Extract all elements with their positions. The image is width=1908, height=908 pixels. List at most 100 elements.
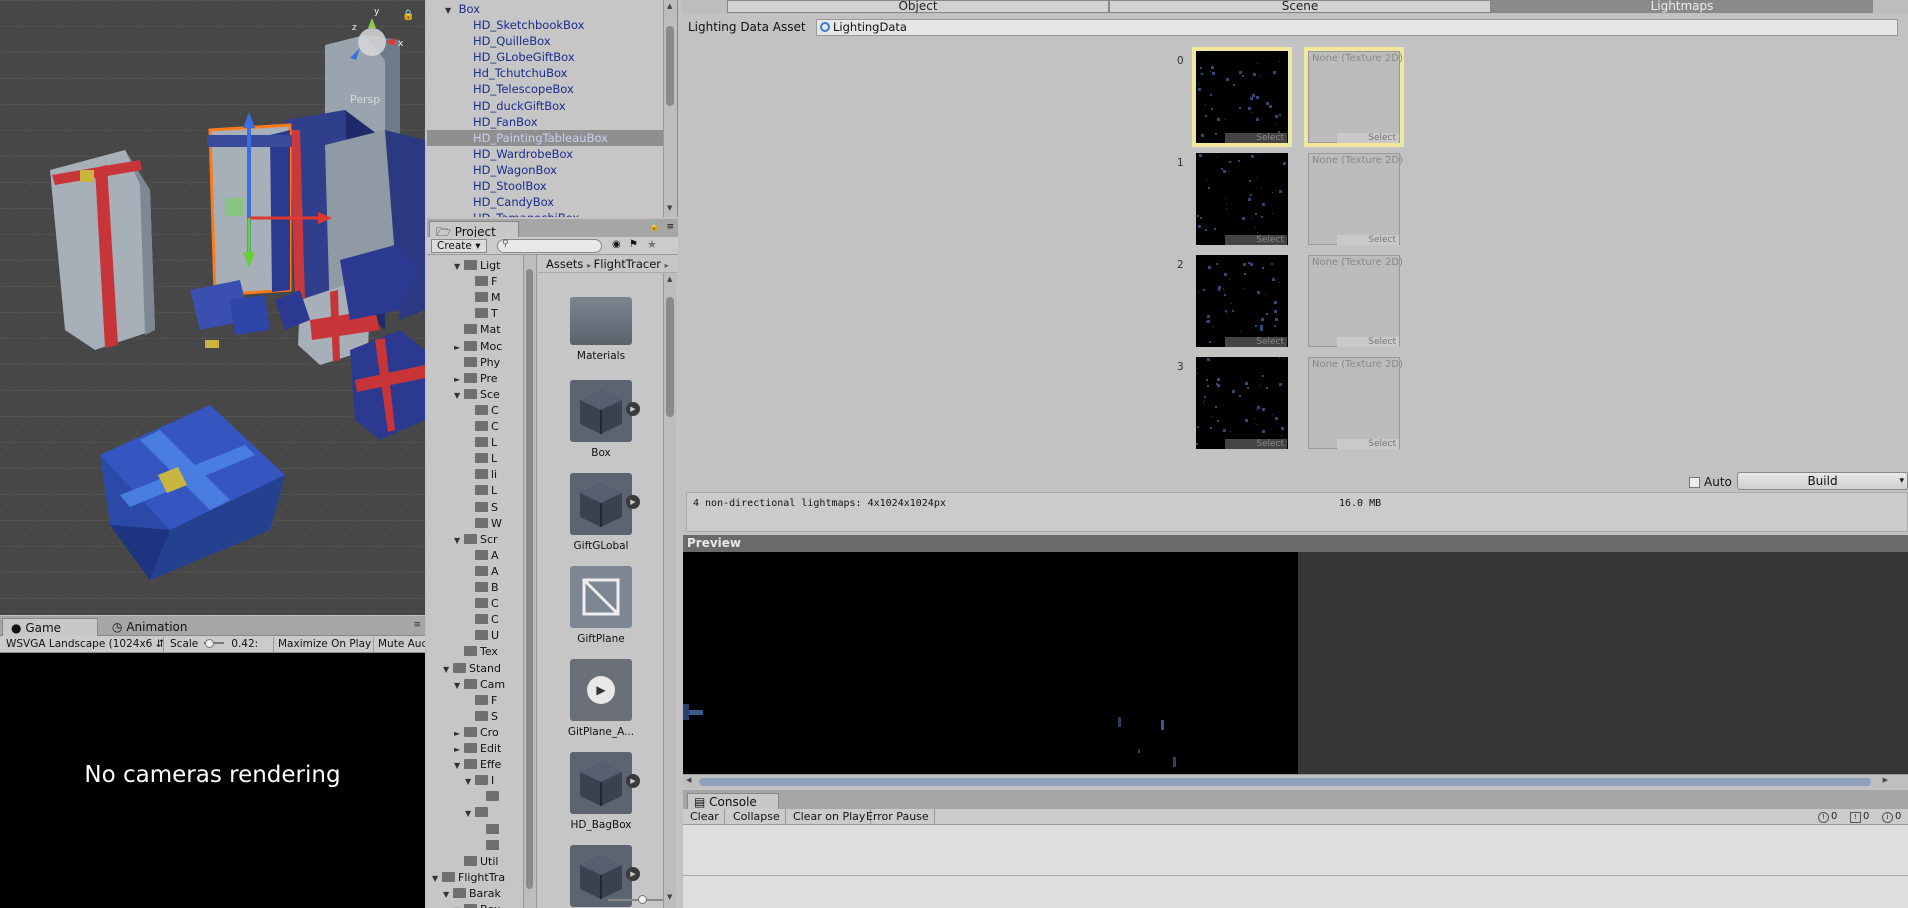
lock-icon[interactable]: 🔒 [402, 10, 414, 21]
folder-tree-item[interactable]: ▼ Sce [454, 387, 500, 403]
asset-item[interactable]: ▶ Box [556, 380, 646, 459]
hierarchy-item[interactable]: HD_TamagochiBox [427, 210, 663, 217]
console-error-pause-button[interactable]: Error Pause [861, 809, 935, 825]
asset-item[interactable]: ▶ GiftGLobal [556, 473, 646, 552]
console-clear-button[interactable]: Clear [685, 809, 725, 825]
folder-tree-item[interactable]: ▼ FlightTra [432, 870, 505, 886]
lightmap-directional-slot[interactable]: None (Texture 2D) Select [1304, 251, 1404, 351]
folder-tree-item[interactable]: A [465, 548, 499, 564]
tab-game[interactable]: ● Game [2, 618, 98, 636]
scroll-down-icon[interactable]: ▼ [667, 204, 672, 212]
folder-tree-item[interactable]: M [465, 290, 501, 306]
folder-tree-item[interactable]: F [465, 274, 497, 290]
expand-asset-icon[interactable]: ▶ [626, 774, 640, 788]
hierarchy-item[interactable]: HD_CandyBox [427, 194, 663, 210]
mute-audio-toggle[interactable]: Mute Aud [374, 637, 425, 652]
hierarchy-parent-item[interactable]: ▼ Box [427, 1, 663, 17]
expand-arrow-icon[interactable]: ► [454, 372, 464, 388]
folder-tree-item[interactable]: A [465, 564, 499, 580]
hierarchy-item[interactable]: HD_QuilleBox [427, 33, 663, 49]
filter-type-icon[interactable]: ◉ [612, 239, 621, 250]
tab-scene[interactable]: Scene [1109, 0, 1491, 13]
panel-menu-icon[interactable]: ≡ [413, 620, 421, 630]
favorite-star-icon[interactable]: ★ [647, 238, 657, 251]
scroll-up-icon[interactable]: ▲ [667, 275, 672, 283]
preview-scroll-thumb[interactable] [699, 778, 1871, 786]
folder-tree-item[interactable]: ▼ I [465, 773, 494, 789]
folder-tree-item[interactable]: S [465, 709, 498, 725]
tab-object[interactable]: Object [727, 0, 1109, 13]
lighting-data-asset-field[interactable]: LightingData [816, 19, 1898, 36]
select-button[interactable]: Select [1225, 133, 1287, 143]
hierarchy-item[interactable]: HD_TelescopeBox [427, 81, 663, 97]
folder-tree-item[interactable]: C [465, 419, 499, 435]
asset-item[interactable]: ▶ HD_BagBox [556, 752, 646, 831]
folder-tree-item[interactable]: F [465, 693, 497, 709]
folder-tree-item[interactable] [476, 838, 502, 854]
hierarchy-item[interactable]: HD_WardrobeBox [427, 146, 663, 162]
expand-arrow-icon[interactable]: ▼ [454, 678, 464, 694]
hierarchy-item[interactable]: HD_WagonBox [427, 162, 663, 178]
folder-tree-item[interactable]: C [465, 403, 499, 419]
expand-arrow-icon[interactable]: ▼ [443, 887, 453, 903]
folder-tree-item[interactable]: L [465, 483, 497, 499]
game-view[interactable]: No cameras rendering [0, 653, 425, 908]
folder-tree-item[interactable] [476, 822, 502, 838]
folder-tree-item[interactable]: ► Cro [454, 725, 499, 741]
expand-arrow-icon[interactable]: ► [454, 742, 464, 758]
lightmap-directional-slot[interactable]: None (Texture 2D) Select [1304, 149, 1404, 249]
folder-tree-item[interactable]: Tex [454, 644, 498, 660]
tab-console[interactable]: ▤ Console [687, 793, 779, 809]
breadcrumb-item-flighttracer[interactable]: FlightTracer [594, 257, 661, 271]
folder-tree-item[interactable]: C [465, 612, 499, 628]
folder-tree-scroll-thumb[interactable] [526, 269, 533, 889]
lock-icon[interactable]: 🔒 [649, 222, 660, 232]
folder-tree-item[interactable]: B [465, 580, 499, 596]
expand-asset-icon[interactable]: ▶ [626, 867, 640, 881]
folder-tree-item[interactable]: C [465, 596, 499, 612]
expand-arrow-icon[interactable]: ▼ [465, 806, 475, 822]
folder-tree-item[interactable]: L [465, 435, 497, 451]
console-error-count[interactable]: ! 0 [1818, 811, 1837, 823]
lightmap-directional-slot[interactable]: None (Texture 2D) Select [1304, 47, 1404, 147]
tab-lightmaps[interactable]: Lightmaps [1491, 0, 1873, 13]
expand-arrow-icon[interactable]: ▼ [454, 903, 464, 908]
folder-tree-item[interactable]: Util [454, 854, 498, 870]
console-collapse-button[interactable]: Collapse [728, 809, 786, 825]
expand-arrow-icon[interactable]: ► [454, 726, 464, 742]
hierarchy-item[interactable]: HD_duckGiftBox [427, 98, 663, 114]
expand-arrow-icon[interactable]: ▼ [454, 259, 464, 275]
asset-item[interactable]: ▶ GitPlane_A... [556, 659, 646, 738]
auto-checkbox[interactable] [1689, 477, 1700, 488]
folder-tree-item[interactable]: ▼ Barak [443, 886, 501, 902]
folder-tree-item[interactable]: Phy [454, 355, 500, 371]
folder-tree-item[interactable] [476, 789, 502, 805]
asset-item[interactable]: GiftPlane [556, 566, 646, 645]
folder-tree-scrollbar[interactable] [523, 255, 536, 908]
folder-tree-item[interactable]: ► Pre [454, 371, 498, 387]
panel-menu-icon[interactable]: ≡ [666, 222, 674, 232]
folder-tree-item[interactable]: W [465, 516, 502, 532]
expand-arrow-icon[interactable]: ► [454, 340, 464, 356]
select-button[interactable]: Select [1337, 235, 1399, 245]
create-dropdown[interactable]: Create ▾ [431, 239, 487, 253]
assets-scroll-thumb[interactable] [666, 297, 674, 417]
console-log-count[interactable]: i0 [1882, 811, 1901, 823]
folder-tree-item[interactable]: ► Edit [454, 741, 501, 757]
folder-tree-item[interactable]: T [465, 306, 498, 322]
build-dropdown-icon[interactable]: ▾ [1899, 473, 1904, 489]
asset-item[interactable]: Materials [556, 287, 646, 362]
lightmap-color-slot[interactable]: Select [1192, 149, 1292, 249]
maximize-on-play-toggle[interactable]: Maximize On Play [274, 637, 374, 652]
folder-tree-item[interactable]: S [465, 500, 498, 516]
console-warning-count[interactable]: ! 0 [1850, 811, 1869, 823]
scale-handle[interactable] [204, 639, 214, 648]
scroll-left-icon[interactable]: ◀ [686, 776, 691, 784]
lightmap-color-slot[interactable]: Select [1192, 47, 1292, 147]
select-button[interactable]: Select [1225, 235, 1287, 245]
project-search-input[interactable]: ⚲ [497, 239, 602, 253]
assets-scrollbar[interactable]: ▲ ▼ [663, 273, 677, 908]
hierarchy-scrollbar[interactable]: ▲ ▼ [663, 0, 677, 217]
scroll-down-icon[interactable]: ▼ [667, 893, 672, 901]
perspective-label[interactable]: Persp [350, 93, 380, 106]
